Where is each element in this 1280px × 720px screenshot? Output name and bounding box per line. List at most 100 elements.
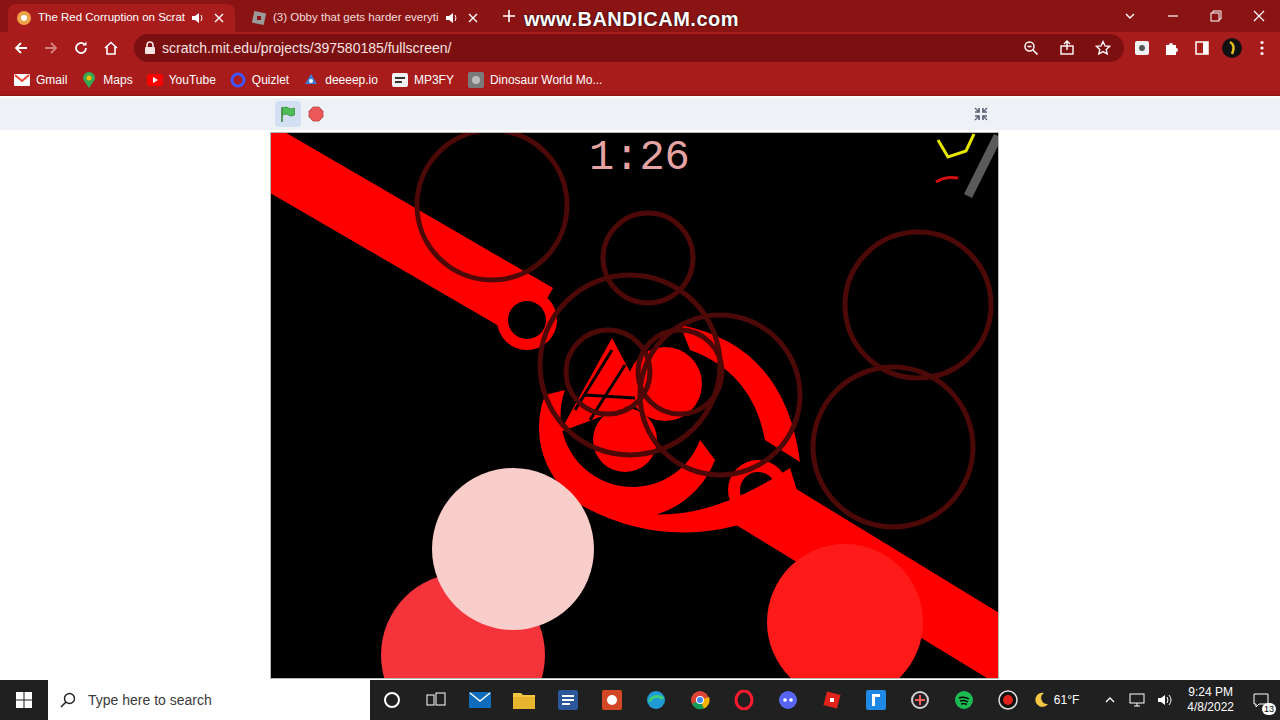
url-text: scratch.mit.edu/projects/397580185/fulls…	[162, 38, 1010, 59]
site-favicon-icon	[251, 10, 267, 26]
taskbar-app-button[interactable]	[766, 680, 810, 720]
recording-watermark: www.BANDICAM.com	[524, 4, 739, 34]
restore-button[interactable]	[1194, 0, 1237, 32]
bookmarks-bar: Gmail Maps YouTube Quizlet deeeep.io MP3FY Din…	[0, 64, 1280, 96]
stop-button[interactable]	[305, 101, 327, 127]
taskbar-app-button[interactable]	[678, 680, 722, 720]
exit-fullscreen-icon	[974, 107, 988, 121]
bookmark-item[interactable]: Maps	[81, 71, 132, 89]
profile-avatar-icon	[1221, 37, 1243, 59]
bookmark-favicon-icon	[303, 72, 319, 88]
zoom-out-icon	[1023, 40, 1039, 56]
notifications-button[interactable]: 13	[1244, 680, 1278, 720]
taskbar-app-button[interactable]	[458, 680, 502, 720]
tab-search-button[interactable]	[1108, 0, 1151, 32]
app-gray-icon	[909, 689, 931, 711]
taskbar-app-button[interactable]	[634, 680, 678, 720]
show-hidden-icons-button[interactable]	[1099, 680, 1121, 720]
taskbar-app-button[interactable]	[590, 680, 634, 720]
bookmark-favicon-icon	[230, 72, 246, 88]
minimize-button[interactable]	[1151, 0, 1194, 32]
bookmark-star-button[interactable]	[1088, 33, 1118, 63]
clock-time: 9:24 PM	[1187, 685, 1234, 700]
spotify-icon	[953, 689, 975, 711]
bookmark-item[interactable]: MP3FY	[392, 71, 454, 89]
powerpoint-icon	[601, 689, 623, 711]
home-icon	[103, 40, 119, 56]
bookmark-label: MP3FY	[414, 71, 454, 89]
browser-toolbar: scratch.mit.edu/projects/397580185/fulls…	[0, 32, 1280, 64]
network-button[interactable]	[1125, 680, 1149, 720]
browser-menu-button[interactable]	[1247, 33, 1277, 63]
star-icon	[1095, 40, 1111, 56]
taskbar-app-button[interactable]	[546, 680, 590, 720]
bookmark-item[interactable]: Gmail	[14, 71, 67, 89]
word-icon	[557, 689, 579, 711]
reload-icon	[73, 40, 89, 56]
start-button[interactable]	[0, 680, 48, 720]
taskbar-app-button[interactable]	[898, 680, 942, 720]
side-panel-button[interactable]	[1187, 33, 1217, 63]
browser-tab[interactable]: (3) Obby that gets harder everyti	[243, 4, 489, 32]
bookmark-item[interactable]: Dinosaur World Mo...	[468, 71, 602, 89]
cortana-icon	[381, 689, 403, 711]
forward-button[interactable]	[36, 33, 66, 63]
opera-icon	[733, 689, 755, 711]
taskbar: 61°F 9:24 PM 4/8/2022 13	[0, 680, 1280, 720]
reload-button[interactable]	[66, 33, 96, 63]
web-page: 1:26	[0, 96, 1280, 680]
taskbar-search[interactable]	[48, 680, 370, 720]
bookmark-item[interactable]: YouTube	[147, 71, 216, 89]
stop-icon	[308, 106, 324, 122]
audio-playing-icon	[445, 11, 459, 25]
share-icon	[1059, 40, 1075, 56]
taskbar-app-button[interactable]	[502, 680, 546, 720]
taskbar-app-button[interactable]	[722, 680, 766, 720]
new-tab-button[interactable]	[495, 2, 523, 30]
site-favicon-icon	[16, 10, 32, 26]
chrome-icon	[689, 689, 711, 711]
taskbar-app-button[interactable]	[942, 680, 986, 720]
taskbar-app-button[interactable]	[414, 680, 458, 720]
back-arrow-icon	[13, 40, 29, 56]
close-tab-icon[interactable]	[211, 10, 227, 26]
taskbar-app-button[interactable]	[854, 680, 898, 720]
tab-title: (3) Obby that gets harder everyti	[273, 9, 439, 26]
clock[interactable]: 9:24 PM 4/8/2022	[1181, 685, 1240, 715]
game-scene	[271, 133, 998, 678]
home-button[interactable]	[96, 33, 126, 63]
close-tab-icon[interactable]	[465, 10, 481, 26]
browser-tab[interactable]: The Red Corruption on Scrat	[8, 4, 235, 32]
tab-title: The Red Corruption on Scrat	[38, 9, 185, 26]
speaker-icon	[1157, 693, 1173, 707]
restore-icon	[1210, 10, 1222, 22]
close-window-button[interactable]	[1237, 0, 1280, 32]
app-blue-icon	[865, 689, 887, 711]
taskbar-apps	[370, 680, 1030, 720]
share-button[interactable]	[1052, 33, 1082, 63]
weather-text[interactable]: 61°F	[1054, 691, 1079, 709]
bookmark-favicon-icon	[81, 72, 97, 88]
bookmark-label: Quizlet	[252, 71, 289, 89]
bookmark-item[interactable]: Quizlet	[230, 71, 289, 89]
volume-button[interactable]	[1153, 680, 1177, 720]
green-flag-button[interactable]	[275, 101, 301, 127]
bookmark-item[interactable]: deeeep.io	[303, 71, 378, 89]
profile-button[interactable]	[1217, 33, 1247, 63]
tab-strip: The Red Corruption on Scrat (3) Obby that…	[0, 0, 1280, 32]
taskbar-app-button[interactable]	[370, 680, 414, 720]
minimize-icon	[1167, 10, 1179, 22]
zoom-button[interactable]	[1016, 33, 1046, 63]
taskbar-app-button[interactable]	[810, 680, 854, 720]
extension-button[interactable]	[1127, 33, 1157, 63]
system-tray: 61°F 9:24 PM 4/8/2022 13	[1032, 680, 1280, 720]
search-input[interactable]	[86, 689, 370, 712]
extensions-menu-button[interactable]	[1157, 33, 1187, 63]
taskbar-app-button[interactable]	[986, 680, 1030, 720]
address-bar[interactable]: scratch.mit.edu/projects/397580185/fulls…	[134, 34, 1124, 62]
clock-date: 4/8/2022	[1187, 700, 1234, 715]
audio-playing-icon	[191, 11, 205, 25]
exit-fullscreen-button[interactable]	[968, 101, 994, 127]
game-stage[interactable]: 1:26	[271, 133, 998, 678]
back-button[interactable]	[6, 33, 36, 63]
